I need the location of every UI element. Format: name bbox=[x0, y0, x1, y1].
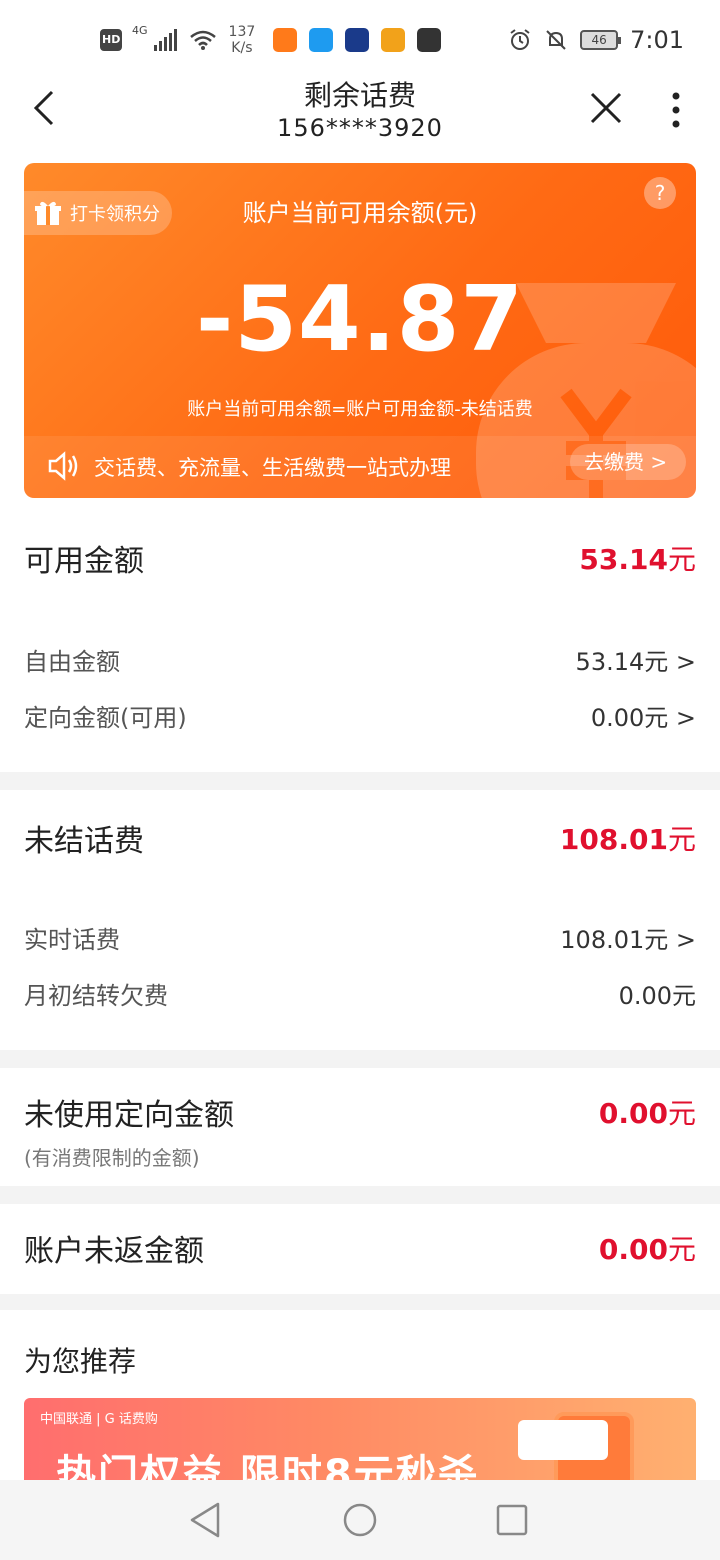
balance-card: 打卡领积分 账户当前可用余额(元) ? -54.87 账户当前可用余额=账户可用… bbox=[24, 163, 696, 498]
arrears-row: 月初结转欠费 0.00元 bbox=[24, 976, 696, 1011]
available-row: 可用金额 53.14元 bbox=[24, 536, 696, 580]
notice-text: 交话费、充流量、生活缴费一站式办理 bbox=[94, 456, 451, 480]
gear-app-icon bbox=[381, 28, 406, 52]
balance-amount: -54.87 bbox=[195, 267, 525, 372]
balance-formula: 账户当前可用余额=账户可用金额-未结话费 bbox=[187, 399, 533, 420]
banner-logo: 中国联通 | G 话费购 bbox=[40, 1412, 158, 1427]
bulb-app-icon bbox=[309, 28, 334, 52]
nav-recents-icon[interactable] bbox=[492, 1500, 532, 1540]
card-illustration bbox=[518, 1420, 608, 1460]
divider bbox=[0, 1294, 720, 1310]
nav-home-icon[interactable] bbox=[340, 1500, 380, 1540]
unused-directed-row: 未使用定向金额 0.00元 bbox=[24, 1090, 696, 1134]
unsettled-row: 未结话费 108.01元 bbox=[24, 816, 696, 860]
status-bar: HD 4G 137 K/s 46 7:01 bbox=[0, 0, 720, 80]
directed-amount-value: 0.00元 > bbox=[590, 704, 696, 732]
k-app-icon bbox=[417, 28, 442, 52]
balance-label: 账户当前可用余额(元) bbox=[242, 199, 478, 227]
notice-bar: 交话费、充流量、生活缴费一站式办理 去缴费 > bbox=[24, 436, 696, 498]
wifi-icon bbox=[189, 30, 216, 50]
divider bbox=[0, 1050, 720, 1068]
realtime-fee-value: 108.01元 > bbox=[560, 926, 696, 954]
unreturned-section: 账户未返金额 0.00元 bbox=[0, 1204, 720, 1294]
battery-icon: 46 bbox=[580, 30, 622, 50]
help-icon[interactable]: ? bbox=[644, 177, 676, 209]
available-value: 53.14元 bbox=[579, 543, 696, 576]
unreturned-row: 账户未返金额 0.00元 bbox=[24, 1226, 696, 1270]
close-icon[interactable] bbox=[588, 90, 624, 126]
divider bbox=[0, 772, 720, 790]
robot-app-icon bbox=[345, 28, 370, 52]
signal-icon bbox=[153, 29, 177, 51]
clock: 7:01 bbox=[630, 26, 684, 54]
unused-directed-section: 未使用定向金额 0.00元 (有消费限制的金额) bbox=[0, 1068, 720, 1186]
directed-amount-row[interactable]: 定向金额(可用) 0.00元 > bbox=[24, 698, 696, 733]
speaker-icon bbox=[48, 451, 78, 481]
recommend-title: 为您推荐 bbox=[24, 1345, 137, 1378]
unsettled-value: 108.01元 bbox=[559, 823, 696, 856]
banner-text: 热门权益 限时8元秒杀 bbox=[56, 1452, 480, 1480]
arrears-label: 月初结转欠费 bbox=[24, 982, 168, 1010]
pay-button[interactable]: 去缴费 > bbox=[570, 444, 686, 480]
free-amount-label: 自由金额 bbox=[24, 648, 120, 676]
unsettled-section: 未结话费 108.01元 实时话费 108.01元 > 月初结转欠费 0.00元 bbox=[0, 790, 720, 1050]
arrears-value: 0.00元 bbox=[618, 982, 696, 1010]
unreturned-value: 0.00元 bbox=[598, 1233, 696, 1266]
alarm-icon bbox=[510, 29, 530, 50]
network-speed: 137 K/s bbox=[228, 24, 256, 56]
unused-directed-note: (有消费限制的金额) bbox=[24, 1146, 200, 1170]
unused-directed-value: 0.00元 bbox=[598, 1097, 696, 1130]
available-section: 可用金额 53.14元 自由金额 53.14元 > 定向金额(可用) 0.00元… bbox=[0, 500, 720, 772]
hd-icon: HD bbox=[100, 29, 122, 51]
free-amount-row[interactable]: 自由金额 53.14元 > bbox=[24, 642, 696, 677]
unused-directed-label: 未使用定向金额 bbox=[24, 1098, 234, 1133]
realtime-fee-label: 实时话费 bbox=[24, 926, 120, 954]
unsettled-label: 未结话费 bbox=[24, 824, 144, 859]
video-app-icon bbox=[273, 28, 298, 52]
unreturned-label: 账户未返金额 bbox=[24, 1234, 204, 1269]
divider bbox=[0, 1186, 720, 1204]
mute-icon bbox=[546, 30, 566, 50]
available-label: 可用金额 bbox=[24, 544, 144, 579]
realtime-fee-row[interactable]: 实时话费 108.01元 > bbox=[24, 920, 696, 955]
page-header: 剩余话费 156****3920 bbox=[0, 70, 720, 150]
promo-banner[interactable]: 中国联通 | G 话费购 热门权益 限时8元秒杀 bbox=[24, 1398, 696, 1480]
directed-amount-label: 定向金额(可用) bbox=[24, 704, 187, 732]
more-icon[interactable] bbox=[664, 90, 688, 130]
system-nav-bar bbox=[0, 1480, 720, 1560]
nav-back-icon[interactable] bbox=[186, 1500, 226, 1540]
free-amount-value: 53.14元 > bbox=[575, 648, 696, 676]
network-type: 4G bbox=[132, 24, 148, 37]
